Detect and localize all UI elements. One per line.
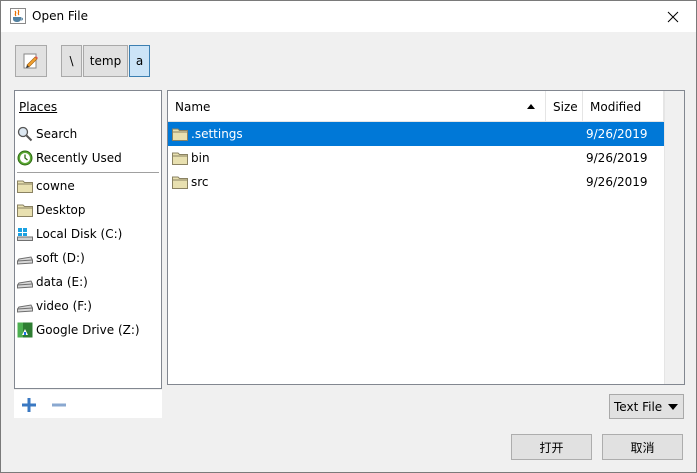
place-label: cowne — [36, 179, 75, 193]
folder-icon — [172, 128, 188, 141]
place-item-recently-used[interactable]: Recently Used — [17, 147, 159, 169]
file-name: src — [191, 175, 209, 189]
open-file-dialog: Open File \ temp a Places Search Recentl… — [0, 0, 697, 473]
vertical-scrollbar[interactable] — [664, 91, 684, 384]
place-label: soft (D:) — [36, 251, 85, 265]
column-header-name[interactable]: Name — [168, 91, 546, 122]
folder-icon — [172, 152, 188, 165]
table-row[interactable]: src 9/26/2019 — [168, 170, 664, 194]
table-header: Name Size Modified — [168, 91, 664, 122]
table-row[interactable]: .settings 9/26/2019 — [168, 122, 664, 146]
pencil-icon — [23, 53, 38, 69]
recent-icon — [17, 150, 33, 166]
file-modified: 9/26/2019 — [586, 175, 648, 189]
remove-place-button[interactable] — [50, 396, 68, 414]
cancel-button[interactable]: 取消 — [602, 434, 683, 460]
file-name: .settings — [191, 127, 243, 141]
places-panel: Places Search Recently Used cowne Deskto… — [14, 90, 162, 389]
drive-icon — [17, 256, 33, 265]
chevron-down-icon — [668, 404, 678, 410]
drive-icon — [17, 304, 33, 313]
place-label: Local Disk (C:) — [36, 227, 123, 241]
column-header-size[interactable]: Size — [546, 91, 583, 122]
table-row[interactable]: bin 9/26/2019 — [168, 146, 664, 170]
edit-location-button[interactable] — [15, 45, 47, 77]
places-header: Places — [19, 100, 58, 114]
open-button[interactable]: 打开 — [511, 434, 592, 460]
place-item-soft-d[interactable]: soft (D:) — [17, 247, 159, 269]
column-header-modified[interactable]: Modified — [583, 91, 664, 122]
place-item-cowne[interactable]: cowne — [17, 175, 159, 197]
title-bar[interactable]: Open File — [1, 1, 696, 32]
sort-ascending-icon — [527, 104, 535, 109]
java-cup-icon — [10, 8, 26, 24]
search-icon — [17, 126, 33, 142]
close-button[interactable] — [650, 1, 696, 32]
minus-icon — [52, 403, 66, 407]
file-name: bin — [191, 151, 210, 165]
place-label: Search — [36, 127, 78, 141]
window-title: Open File — [32, 9, 88, 23]
folder-icon — [172, 176, 188, 189]
place-item-desktop[interactable]: Desktop — [17, 199, 159, 221]
place-item-search[interactable]: Search — [17, 123, 159, 145]
path-crumb-temp[interactable]: temp — [83, 45, 128, 77]
place-label: video (F:) — [36, 299, 92, 313]
place-label: Recently Used — [36, 151, 122, 165]
folder-icon — [17, 180, 33, 193]
file-list: Name Size Modified .settings 9/26/2019 b… — [167, 90, 685, 385]
path-crumb-root[interactable]: \ — [61, 45, 82, 77]
place-item-data-e[interactable]: data (E:) — [17, 271, 159, 293]
drive-icon — [17, 280, 33, 289]
place-label: Desktop — [36, 203, 86, 217]
windows-drive-icon — [17, 228, 33, 241]
file-type-selected: Text File — [614, 399, 663, 414]
add-place-button[interactable] — [20, 396, 38, 414]
path-crumb-a[interactable]: a — [129, 45, 150, 77]
place-item-local-disk-c[interactable]: Local Disk (C:) — [17, 223, 159, 245]
place-label: data (E:) — [36, 275, 88, 289]
file-modified: 9/26/2019 — [586, 151, 648, 165]
places-separator — [17, 172, 159, 173]
file-modified: 9/26/2019 — [586, 127, 648, 141]
place-item-google-drive-z[interactable]: Google Drive (Z:) — [17, 319, 159, 341]
plus-icon — [22, 398, 36, 412]
folder-icon — [17, 204, 33, 217]
place-label: Google Drive (Z:) — [36, 323, 140, 337]
close-icon — [667, 11, 679, 22]
place-item-video-f[interactable]: video (F:) — [17, 295, 159, 317]
file-type-filter[interactable]: Text File — [609, 394, 684, 419]
google-drive-icon — [17, 322, 33, 338]
